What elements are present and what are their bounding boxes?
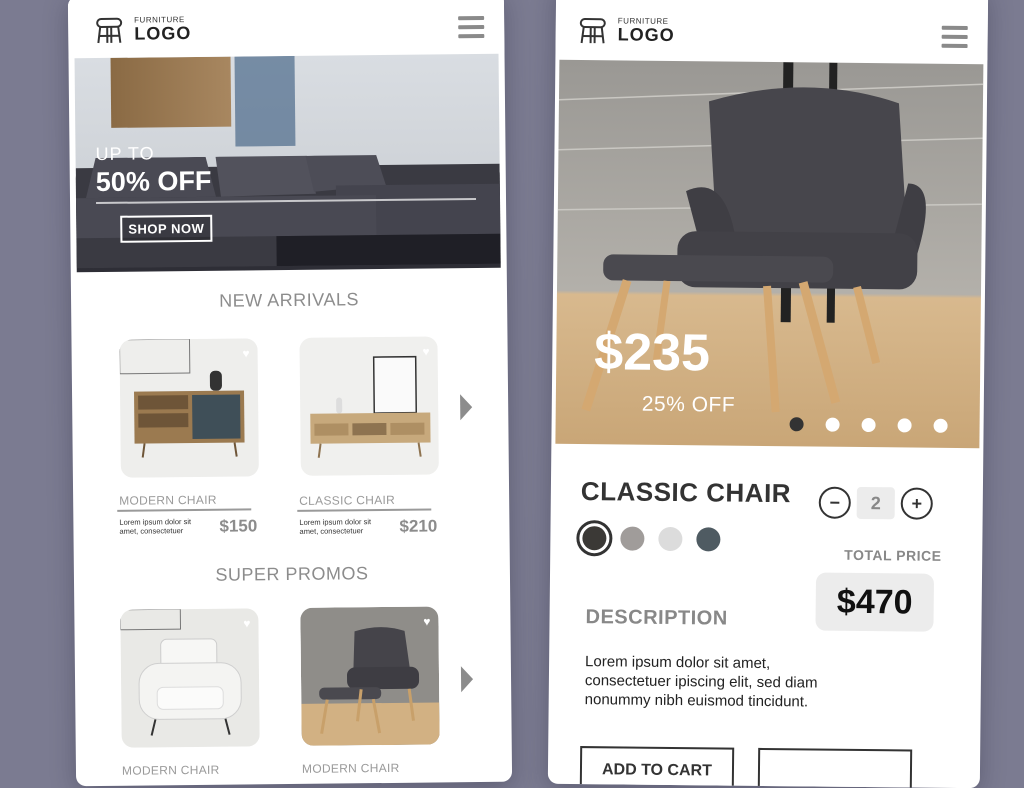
next-arrow-icon[interactable]	[461, 666, 473, 692]
tv-stand-image	[299, 336, 438, 475]
promo-discount-text: 50% OFF	[96, 166, 212, 198]
logo[interactable]: FURNITURE LOGO	[578, 16, 675, 45]
description-text: Lorem ipsum dolor sit amet, consectetuer…	[585, 652, 846, 712]
decrease-quantity-button[interactable]: −	[819, 487, 851, 519]
lounge-chair-image	[555, 60, 983, 448]
shop-now-button[interactable]: SHOP NOW	[120, 215, 212, 243]
description-title: DESCRIPTION	[585, 606, 727, 630]
product-card-modern-chair[interactable]: ♥	[119, 338, 258, 477]
home-screen: FURNITURE LOGO UP TO 50% OFF SHOP NOW NE…	[68, 0, 512, 786]
product-card-classic-chair[interactable]: ♥	[299, 336, 438, 475]
color-swatch-dark[interactable]	[582, 526, 606, 550]
next-arrow-icon[interactable]	[460, 394, 472, 420]
lounge-chair-image	[300, 606, 439, 745]
heart-icon[interactable]: ♥	[242, 346, 249, 360]
product-description: Lorem ipsum dolor sit amet, consectetuer	[299, 517, 389, 536]
quantity-stepper: − 2 +	[819, 487, 933, 520]
total-price-label: TOTAL PRICE	[844, 547, 941, 564]
window-background	[235, 56, 296, 147]
stool-icon	[94, 16, 124, 44]
section-title-super-promos: SUPER PROMOS	[74, 562, 510, 588]
promo-card-lounge-chair[interactable]: ♥	[300, 606, 439, 745]
product-name: MODERN CHAIR	[122, 763, 220, 778]
carousel-dot[interactable]	[934, 419, 948, 433]
armchair-image	[120, 608, 259, 747]
product-name: MODERN CHAIR	[119, 493, 217, 508]
header: FURNITURE LOGO	[68, 0, 505, 58]
color-swatch-slate[interactable]	[696, 527, 720, 551]
sideboard-image	[119, 338, 258, 477]
section-title-new-arrivals: NEW ARRIVALS	[71, 288, 507, 314]
hero-price: $235	[594, 322, 710, 383]
carousel-dot[interactable]	[862, 418, 876, 432]
heart-icon[interactable]: ♥	[243, 616, 250, 630]
color-swatches	[582, 526, 720, 551]
carousel-dots	[790, 417, 948, 433]
hero-discount: 25% OFF	[642, 393, 736, 418]
product-description: Lorem ipsum dolor sit amet, consectetuer	[119, 517, 209, 536]
add-to-cart-button[interactable]: ADD TO CART	[580, 746, 734, 788]
heart-icon[interactable]: ♥	[422, 345, 429, 359]
hero-banner[interactable]: UP TO 50% OFF SHOP NOW	[75, 54, 501, 272]
product-price: $150	[219, 516, 257, 536]
color-swatch-grey[interactable]	[620, 526, 644, 550]
product-price: $210	[399, 516, 437, 536]
product-divider	[117, 508, 251, 511]
product-divider	[297, 509, 431, 512]
cabinet-background	[111, 57, 232, 128]
product-hero-image: $235 25% OFF	[555, 60, 983, 448]
logo-wordmark: LOGO	[134, 24, 191, 43]
carousel-dot[interactable]	[826, 418, 840, 432]
quantity-value: 2	[857, 487, 895, 519]
logo[interactable]: FURNITURE LOGO	[94, 15, 191, 44]
stool-icon	[578, 16, 608, 44]
increase-quantity-button[interactable]: +	[901, 487, 933, 519]
header: FURNITURE LOGO	[555, 0, 988, 60]
product-name: CLASSIC CHAIR	[299, 493, 395, 508]
heart-icon[interactable]: ♥	[423, 615, 430, 629]
carousel-dot[interactable]	[790, 417, 804, 431]
promo-card-armchair[interactable]: ♥	[120, 608, 259, 747]
promo-upto-text: UP TO	[95, 143, 211, 165]
total-price-value: $470	[815, 573, 934, 632]
hamburger-menu-icon[interactable]	[458, 16, 484, 43]
carousel-dot[interactable]	[898, 418, 912, 432]
product-detail-screen: FURNITURE LOGO $235 25% OFF	[548, 0, 988, 788]
hamburger-menu-icon[interactable]	[941, 26, 967, 53]
logo-wordmark: LOGO	[618, 25, 675, 44]
product-name: MODERN CHAIR	[302, 761, 400, 776]
product-title: CLASSIC CHAIR	[581, 476, 791, 509]
color-swatch-light[interactable]	[658, 527, 682, 551]
